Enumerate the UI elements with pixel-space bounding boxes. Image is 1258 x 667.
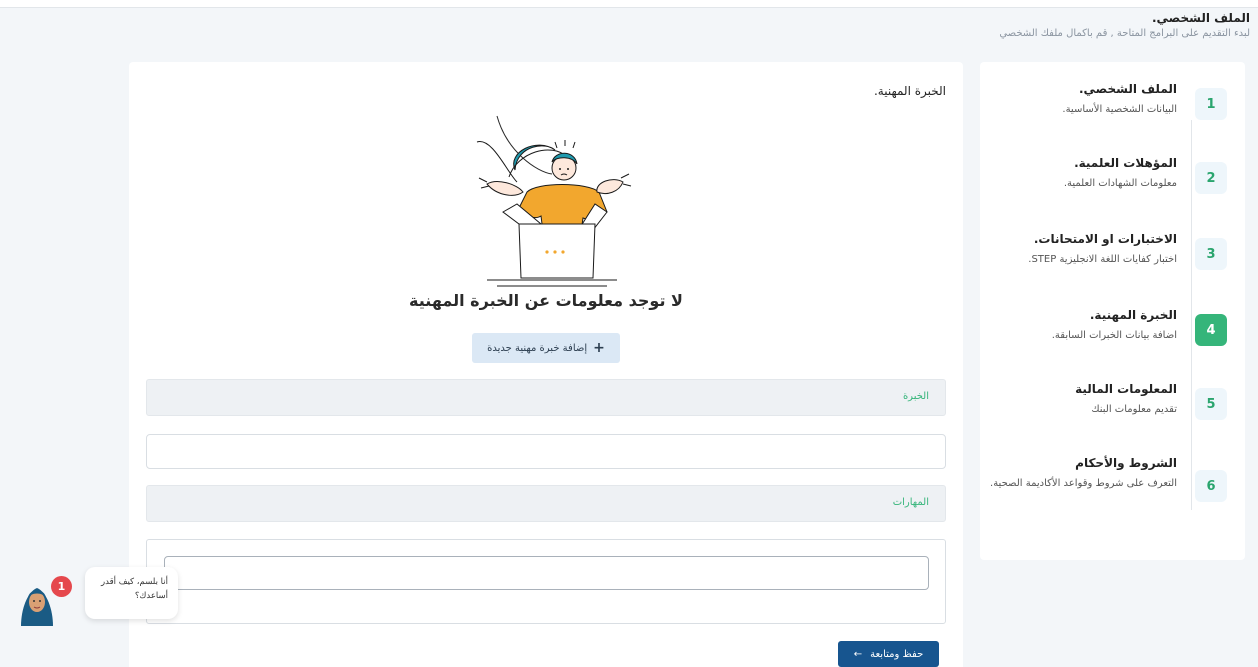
add-experience-label: إضافة خبرة مهنية جديدة <box>487 342 588 354</box>
step-financial-info[interactable]: 5 المعلومات المالية تقديم معلومات البنك <box>987 382 1227 442</box>
arrow-left-icon: ← <box>853 648 863 660</box>
step-title: الشروط والأحكام <box>1075 456 1177 470</box>
save-continue-button[interactable]: حفظ ومتابعة ← <box>838 641 939 667</box>
step-work-experience[interactable]: 4 الخبرة المهنية. اضافة بيانات الخبرات ا… <box>987 308 1227 368</box>
steps-sidebar: 1 الملف الشخصي. البيانات الشخصية الأساسي… <box>980 62 1245 560</box>
step-number: 3 <box>1195 238 1227 270</box>
step-personal-profile[interactable]: 1 الملف الشخصي. البيانات الشخصية الأساسي… <box>987 82 1227 142</box>
work-experience-card: الخبرة المهنية. لا توجد معلومات عن الخبر… <box>129 62 963 667</box>
skills-section-header: المهارات <box>146 485 946 522</box>
top-bar <box>0 0 1258 8</box>
chat-notification-badge: 1 <box>51 576 72 597</box>
skills-input[interactable] <box>164 556 929 590</box>
step-exams[interactable]: 3 الاختبارات او الامتحانات. اختبار كفايا… <box>987 232 1227 292</box>
step-description: اضافة بيانات الخبرات السابقة. <box>1051 330 1177 341</box>
empty-box-illustration <box>476 115 632 287</box>
empty-state-heading: لا توجد معلومات عن الخبرة المهنية <box>409 291 683 310</box>
experience-field[interactable] <box>146 434 946 469</box>
step-description: تقديم معلومات البنك <box>1091 404 1177 415</box>
step-title: الملف الشخصي. <box>1078 82 1177 96</box>
plus-icon: + <box>593 340 605 356</box>
skills-label: المهارات <box>892 497 929 508</box>
step-description: التعرف على شروط وقواعد الأكاديمة الصحية. <box>990 478 1177 489</box>
experience-label: الخبرة <box>902 391 929 402</box>
step-number: 4 <box>1195 314 1227 346</box>
step-number: 2 <box>1195 162 1227 194</box>
step-title: المعلومات المالية <box>1075 382 1177 396</box>
page-subtitle: لبدء التقديم على البرامج المتاحة , قم با… <box>999 28 1250 39</box>
page-header: الملف الشخصي. لبدء التقديم على البرامج ا… <box>999 11 1250 39</box>
step-description: البيانات الشخصية الأساسية. <box>1062 104 1177 115</box>
skills-container <box>146 539 946 624</box>
step-number: 1 <box>1195 88 1227 120</box>
step-number: 6 <box>1195 470 1227 502</box>
section-title: الخبرة المهنية. <box>873 84 946 98</box>
step-title: الاختبارات او الامتحانات. <box>1033 232 1177 246</box>
step-number: 5 <box>1195 388 1227 420</box>
save-continue-label: حفظ ومتابعة <box>870 648 924 660</box>
chat-assistant-bubble[interactable]: أنا بلسم، كيف أقدر أساعدك؟ <box>85 567 178 619</box>
step-title: المؤهلات العلمية. <box>1074 156 1177 170</box>
experience-section-header: الخبرة <box>146 379 946 416</box>
step-terms-conditions[interactable]: 6 الشروط والأحكام التعرف على شروط وقواعد… <box>987 456 1227 526</box>
step-qualifications[interactable]: 2 المؤهلات العلمية. معلومات الشهادات الع… <box>987 156 1227 216</box>
add-experience-button[interactable]: + إضافة خبرة مهنية جديدة <box>472 333 620 363</box>
step-description: اختبار كفايات اللغة الانجليزية STEP. <box>1028 254 1177 265</box>
step-description: معلومات الشهادات العلمية. <box>1063 178 1177 189</box>
step-title: الخبرة المهنية. <box>1089 308 1177 322</box>
page-title: الملف الشخصي. <box>1151 11 1250 25</box>
